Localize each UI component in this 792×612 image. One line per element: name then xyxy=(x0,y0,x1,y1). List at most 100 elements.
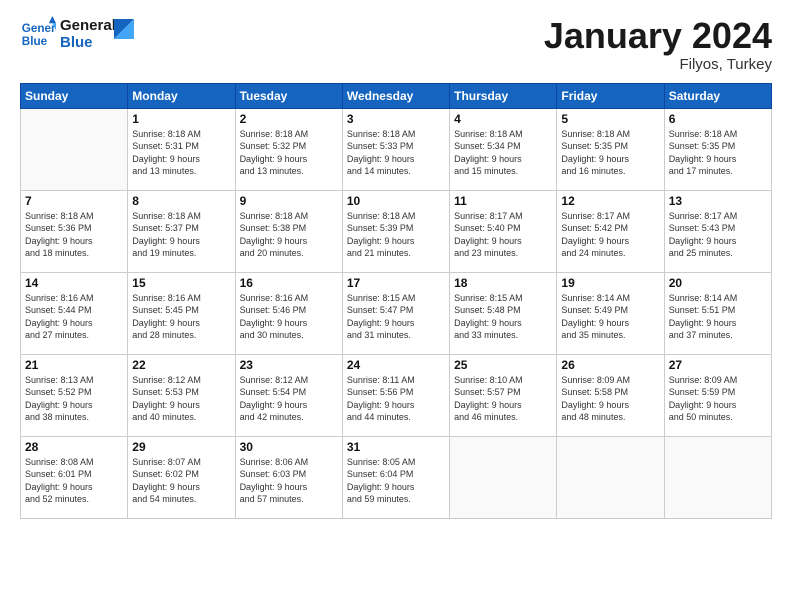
col-saturday: Saturday xyxy=(664,83,771,108)
table-row: 26Sunrise: 8:09 AM Sunset: 5:58 PM Dayli… xyxy=(557,354,664,436)
table-row: 8Sunrise: 8:18 AM Sunset: 5:37 PM Daylig… xyxy=(128,190,235,272)
day-info: Sunrise: 8:15 AM Sunset: 5:47 PM Dayligh… xyxy=(347,292,445,342)
logo-icon: General Blue xyxy=(20,16,56,52)
day-number: 15 xyxy=(132,276,230,290)
table-row: 1 Sunrise: 8:18 AM Sunset: 5:31 PM Daylig… xyxy=(128,108,235,190)
day-number: 4 xyxy=(454,112,552,126)
table-row: 29 Sunrise: 8:07 AM Sunset: 6:02 PM Dayli… xyxy=(128,436,235,518)
day-number: 10 xyxy=(347,194,445,208)
table-row: 24Sunrise: 8:11 AM Sunset: 5:56 PM Dayli… xyxy=(342,354,449,436)
day-number: 11 xyxy=(454,194,552,208)
table-row: 25 Sunrise: 8:10 AM Sunset: 5:57 PM Dayli… xyxy=(450,354,557,436)
day-info: Sunrise: 8:16 AM Sunset: 5:45 PM Dayligh… xyxy=(132,292,230,342)
table-row: 31Sunrise: 8:05 AM Sunset: 6:04 PM Dayli… xyxy=(342,436,449,518)
day-number: 1 xyxy=(132,112,230,126)
day-number: 23 xyxy=(240,358,338,372)
day-info: Sunrise: 8:09 AM Sunset: 5:59 PM Dayligh… xyxy=(669,374,767,424)
table-row: 15 Sunrise: 8:16 AM Sunset: 5:45 PM Dayli… xyxy=(128,272,235,354)
table-row: 16 Sunrise: 8:16 AM Sunset: 5:46 PM Dayli… xyxy=(235,272,342,354)
day-info: Sunrise: 8:18 AM Sunset: 5:31 PM Dayligh… xyxy=(132,128,230,178)
logo-line2: Blue xyxy=(60,34,116,51)
day-info: Sunrise: 8:10 AM Sunset: 5:57 PM Dayligh… xyxy=(454,374,552,424)
day-number: 30 xyxy=(240,440,338,454)
day-number: 31 xyxy=(347,440,445,454)
day-number: 29 xyxy=(132,440,230,454)
day-number: 5 xyxy=(561,112,659,126)
day-info: Sunrise: 8:13 AM Sunset: 5:52 PM Dayligh… xyxy=(25,374,123,424)
day-info: Sunrise: 8:16 AM Sunset: 5:44 PM Dayligh… xyxy=(25,292,123,342)
day-number: 20 xyxy=(669,276,767,290)
logo-arrow-icon xyxy=(114,19,134,39)
page: General Blue General Blue January 2024 F… xyxy=(0,0,792,612)
day-number: 27 xyxy=(669,358,767,372)
svg-text:General: General xyxy=(22,22,56,35)
day-info: Sunrise: 8:18 AM Sunset: 5:38 PM Dayligh… xyxy=(240,210,338,260)
table-row: 12Sunrise: 8:17 AM Sunset: 5:42 PM Dayli… xyxy=(557,190,664,272)
day-number: 17 xyxy=(347,276,445,290)
table-row: 9Sunrise: 8:18 AM Sunset: 5:38 PM Daylig… xyxy=(235,190,342,272)
day-number: 13 xyxy=(669,194,767,208)
calendar-subtitle: Filyos, Turkey xyxy=(544,56,772,73)
table-row: 23 Sunrise: 8:12 AM Sunset: 5:54 PM Dayli… xyxy=(235,354,342,436)
day-number: 6 xyxy=(669,112,767,126)
table-row xyxy=(450,436,557,518)
day-number: 2 xyxy=(240,112,338,126)
day-number: 19 xyxy=(561,276,659,290)
day-info: Sunrise: 8:18 AM Sunset: 5:33 PM Dayligh… xyxy=(347,128,445,178)
table-row: 19 Sunrise: 8:14 AM Sunset: 5:49 PM Dayli… xyxy=(557,272,664,354)
table-row: 2 Sunrise: 8:18 AM Sunset: 5:32 PM Daylig… xyxy=(235,108,342,190)
col-friday: Friday xyxy=(557,83,664,108)
day-info: Sunrise: 8:12 AM Sunset: 5:54 PM Dayligh… xyxy=(240,374,338,424)
day-number: 12 xyxy=(561,194,659,208)
day-number: 28 xyxy=(25,440,123,454)
calendar-table: Sunday Monday Tuesday Wednesday Thursday… xyxy=(20,83,772,519)
table-row xyxy=(557,436,664,518)
day-number: 16 xyxy=(240,276,338,290)
week-row-1: 1 Sunrise: 8:18 AM Sunset: 5:31 PM Daylig… xyxy=(21,108,772,190)
week-row-3: 14 Sunrise: 8:16 AM Sunset: 5:44 PM Dayli… xyxy=(21,272,772,354)
day-info: Sunrise: 8:18 AM Sunset: 5:32 PM Dayligh… xyxy=(240,128,338,178)
day-info: Sunrise: 8:14 AM Sunset: 5:49 PM Dayligh… xyxy=(561,292,659,342)
col-wednesday: Wednesday xyxy=(342,83,449,108)
logo-line1: General xyxy=(60,17,116,34)
day-info: Sunrise: 8:16 AM Sunset: 5:46 PM Dayligh… xyxy=(240,292,338,342)
week-row-4: 21Sunrise: 8:13 AM Sunset: 5:52 PM Dayli… xyxy=(21,354,772,436)
day-number: 22 xyxy=(132,358,230,372)
col-sunday: Sunday xyxy=(21,83,128,108)
calendar-title: January 2024 xyxy=(544,16,772,56)
table-row: 14 Sunrise: 8:16 AM Sunset: 5:44 PM Dayli… xyxy=(21,272,128,354)
table-row: 30 Sunrise: 8:06 AM Sunset: 6:03 PM Dayli… xyxy=(235,436,342,518)
day-number: 14 xyxy=(25,276,123,290)
day-number: 26 xyxy=(561,358,659,372)
week-row-5: 28Sunrise: 8:08 AM Sunset: 6:01 PM Dayli… xyxy=(21,436,772,518)
table-row: 4 Sunrise: 8:18 AM Sunset: 5:34 PM Daylig… xyxy=(450,108,557,190)
table-row: 3Sunrise: 8:18 AM Sunset: 5:33 PM Daylig… xyxy=(342,108,449,190)
table-row: 21Sunrise: 8:13 AM Sunset: 5:52 PM Dayli… xyxy=(21,354,128,436)
col-tuesday: Tuesday xyxy=(235,83,342,108)
table-row: 10Sunrise: 8:18 AM Sunset: 5:39 PM Dayli… xyxy=(342,190,449,272)
table-row: 13 Sunrise: 8:17 AM Sunset: 5:43 PM Dayli… xyxy=(664,190,771,272)
day-number: 25 xyxy=(454,358,552,372)
day-info: Sunrise: 8:06 AM Sunset: 6:03 PM Dayligh… xyxy=(240,456,338,506)
day-number: 7 xyxy=(25,194,123,208)
day-info: Sunrise: 8:17 AM Sunset: 5:43 PM Dayligh… xyxy=(669,210,767,260)
day-info: Sunrise: 8:14 AM Sunset: 5:51 PM Dayligh… xyxy=(669,292,767,342)
day-info: Sunrise: 8:18 AM Sunset: 5:37 PM Dayligh… xyxy=(132,210,230,260)
day-info: Sunrise: 8:18 AM Sunset: 5:35 PM Dayligh… xyxy=(669,128,767,178)
table-row: 11 Sunrise: 8:17 AM Sunset: 5:40 PM Dayli… xyxy=(450,190,557,272)
day-info: Sunrise: 8:12 AM Sunset: 5:53 PM Dayligh… xyxy=(132,374,230,424)
week-row-2: 7 Sunrise: 8:18 AM Sunset: 5:36 PM Daylig… xyxy=(21,190,772,272)
logo: General Blue General Blue xyxy=(20,16,134,52)
table-row: 18Sunrise: 8:15 AM Sunset: 5:48 PM Dayli… xyxy=(450,272,557,354)
day-info: Sunrise: 8:18 AM Sunset: 5:34 PM Dayligh… xyxy=(454,128,552,178)
day-info: Sunrise: 8:17 AM Sunset: 5:40 PM Dayligh… xyxy=(454,210,552,260)
day-info: Sunrise: 8:18 AM Sunset: 5:36 PM Dayligh… xyxy=(25,210,123,260)
header-row: Sunday Monday Tuesday Wednesday Thursday… xyxy=(21,83,772,108)
table-row: 27 Sunrise: 8:09 AM Sunset: 5:59 PM Dayli… xyxy=(664,354,771,436)
day-info: Sunrise: 8:11 AM Sunset: 5:56 PM Dayligh… xyxy=(347,374,445,424)
title-block: January 2024 Filyos, Turkey xyxy=(544,16,772,73)
header: General Blue General Blue January 2024 F… xyxy=(20,16,772,73)
table-row: 22 Sunrise: 8:12 AM Sunset: 5:53 PM Dayli… xyxy=(128,354,235,436)
day-info: Sunrise: 8:07 AM Sunset: 6:02 PM Dayligh… xyxy=(132,456,230,506)
day-info: Sunrise: 8:18 AM Sunset: 5:35 PM Dayligh… xyxy=(561,128,659,178)
